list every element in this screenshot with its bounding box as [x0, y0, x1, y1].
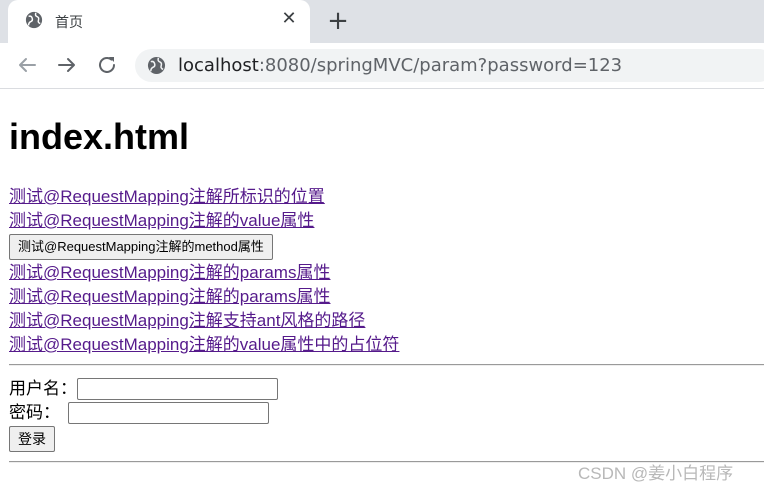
url-text[interactable]: localhost:8080/springMVC/param?password=…: [178, 55, 622, 76]
link-mapping-value[interactable]: 测试@RequestMapping注解的value属性: [9, 209, 749, 233]
username-label: 用户名：: [9, 378, 77, 398]
password-input[interactable]: [68, 401, 269, 424]
username-row: 用户名：: [9, 376, 509, 400]
url-host: localhost: [178, 55, 259, 76]
url-path: :8080/springMVC/param?password=123: [258, 55, 623, 76]
browser-chrome: 首页 ✕ + localhost:8080/springMVC/param?pa…: [0, 0, 764, 89]
login-button[interactable]: 登录: [9, 426, 55, 452]
back-arrow-icon[interactable]: [15, 53, 39, 77]
link-mapping-params-1[interactable]: 测试@RequestMapping注解的params属性: [9, 261, 749, 285]
close-tab-icon[interactable]: ✕: [280, 10, 298, 28]
globe-icon: [25, 11, 43, 29]
method-test-button[interactable]: 测试@RequestMapping注解的method属性: [9, 234, 273, 260]
tab-strip: 首页 ✕ +: [0, 0, 764, 43]
address-bar[interactable]: localhost:8080/springMVC/param?password=…: [135, 49, 764, 82]
active-tab[interactable]: 首页 ✕: [8, 0, 310, 43]
link-mapping-position[interactable]: 测试@RequestMapping注解所标识的位置: [9, 185, 749, 209]
link-mapping-placeholder[interactable]: 测试@RequestMapping注解的value属性中的占位符: [9, 333, 749, 357]
new-tab-icon[interactable]: +: [325, 8, 351, 34]
tab-title: 首页: [55, 15, 83, 31]
watermark-text: CSDN @姜小白程序: [578, 464, 734, 483]
password-label: 密码：: [9, 402, 60, 422]
site-info-icon[interactable]: [147, 56, 166, 75]
page-content: index.html 测试@RequestMapping注解所标识的位置 测试@…: [0, 89, 764, 493]
forward-arrow-icon[interactable]: [55, 53, 79, 77]
page-title: index.html: [9, 116, 190, 157]
link-mapping-ant-path[interactable]: 测试@RequestMapping注解支持ant风格的路径: [9, 309, 749, 333]
divider-top: [9, 364, 764, 366]
link-mapping-params-2[interactable]: 测试@RequestMapping注解的params属性: [9, 285, 749, 309]
link-list: 测试@RequestMapping注解所标识的位置 测试@RequestMapp…: [9, 185, 749, 357]
browser-toolbar: localhost:8080/springMVC/param?password=…: [0, 43, 764, 88]
reload-icon[interactable]: [95, 53, 119, 77]
password-row: 密码：: [9, 400, 509, 424]
login-form: 用户名： 密码： 登录: [9, 376, 509, 452]
username-input[interactable]: [77, 377, 278, 400]
